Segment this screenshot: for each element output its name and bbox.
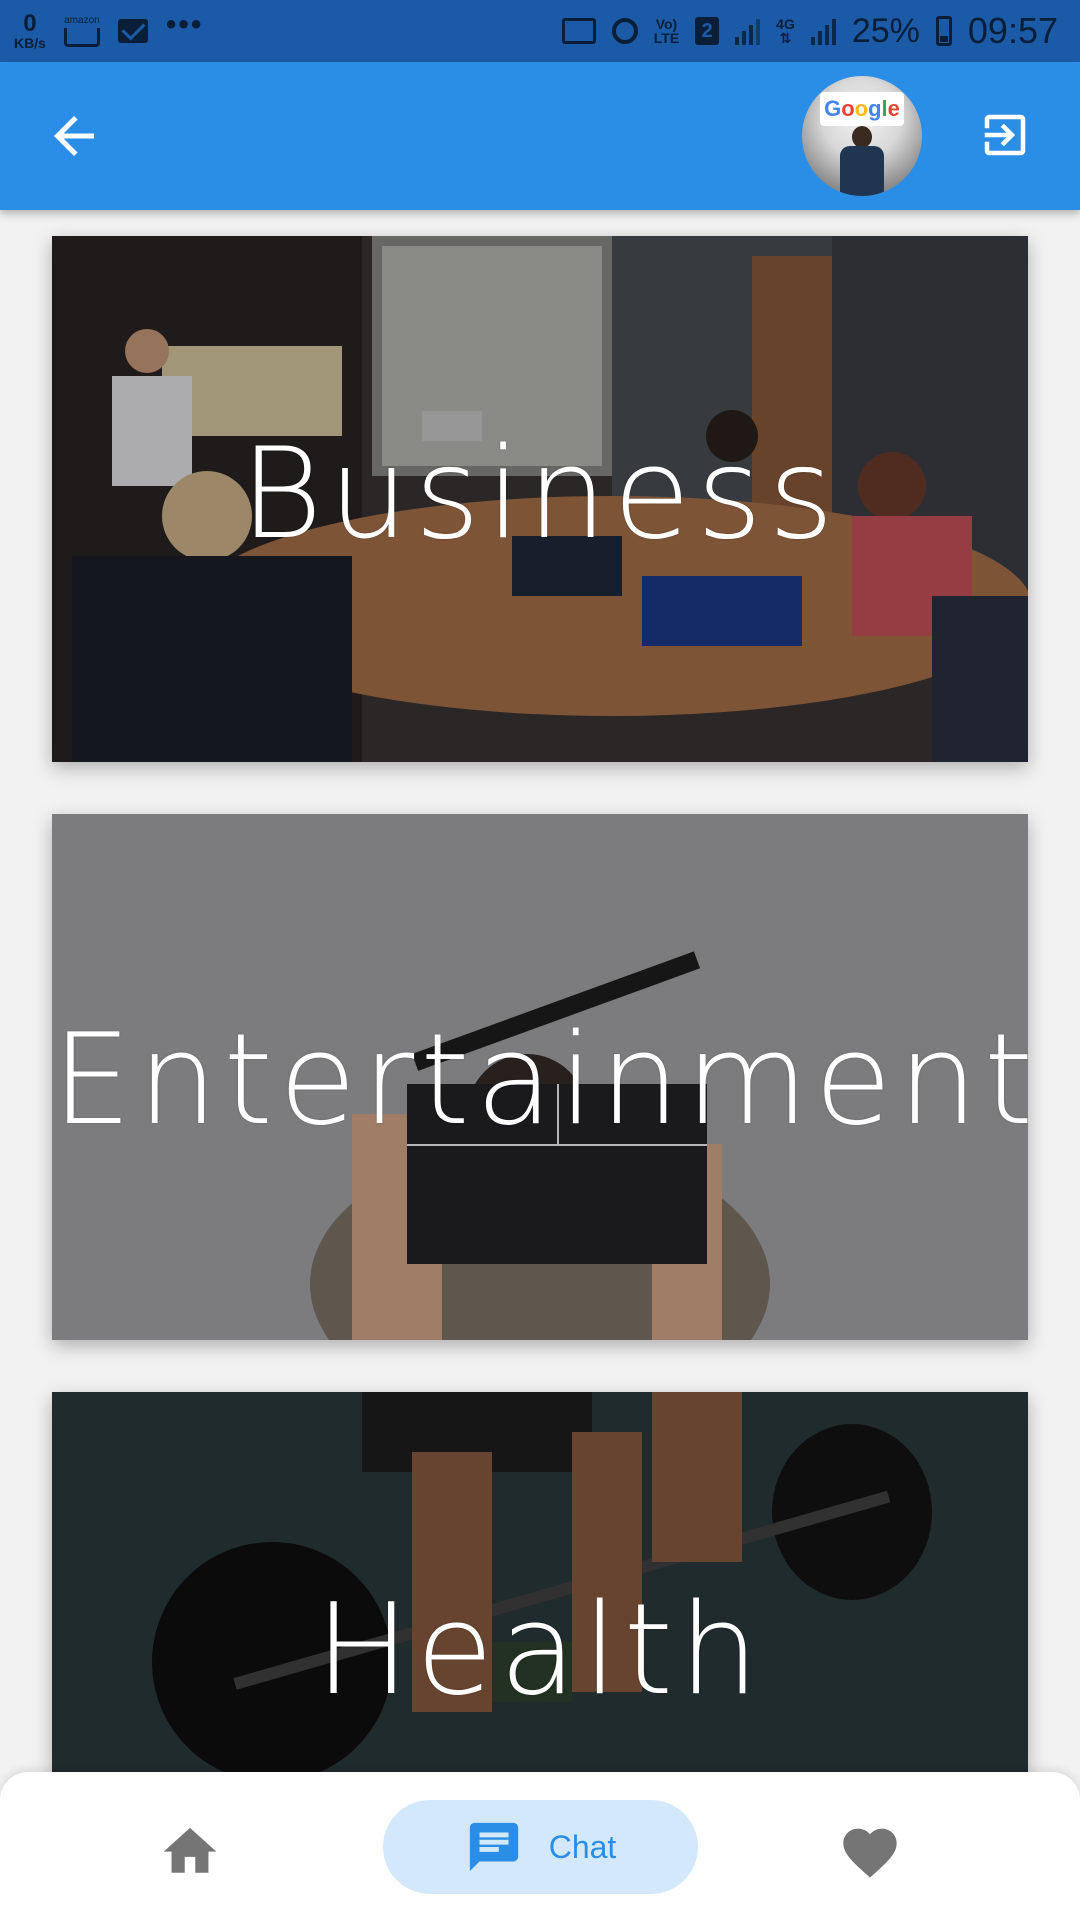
volte-bottom-label: LTE [653, 30, 680, 46]
more-notifications-icon: ••• [165, 8, 204, 41]
cart-icon [63, 27, 100, 47]
category-title-health: Health [315, 1576, 765, 1723]
status-bar: 0 KB/s amazon ••• Vo) LTE 2 4G ⇅ 25% 09:… [0, 0, 1080, 62]
nav-home-button[interactable] [158, 1820, 222, 1878]
back-button[interactable] [44, 106, 104, 166]
amazon-label: amazon [64, 14, 100, 26]
avatar[interactable]: Google [802, 76, 922, 196]
status-bar-right: Vo) LTE 2 4G ⇅ 25% 09:57 [561, 0, 1058, 62]
category-card-health[interactable]: Health [52, 1392, 1028, 1772]
logout-button[interactable] [978, 108, 1032, 162]
nav-chat-button[interactable]: Chat [383, 1800, 698, 1894]
sim-badge: 2 [695, 17, 720, 45]
heart-icon [843, 1828, 897, 1878]
avatar-person-head [852, 126, 872, 148]
data-arrows-icon: ⇅ [779, 30, 792, 46]
status-bar-left: 0 KB/s amazon ••• [14, 0, 203, 62]
signal-strength-icon-2 [810, 17, 836, 45]
amazon-icon: amazon [63, 14, 100, 47]
alarm-icon [611, 18, 638, 44]
network-speed-unit: KB/s [14, 35, 46, 51]
network-speed: 0 KB/s [14, 10, 46, 51]
category-card-business[interactable]: Business [52, 236, 1028, 762]
category-title-business: Business [240, 420, 840, 567]
volte-top-label: Vo) [655, 16, 678, 32]
cast-icon [561, 18, 596, 44]
category-title-entertainment: Entertainment [52, 1006, 1028, 1153]
battery-icon [935, 16, 952, 46]
avatar-person-body [840, 146, 884, 196]
volte-icon: Vo) LTE [654, 17, 679, 45]
battery-percent: 25% [851, 11, 920, 50]
nav-chat-label: Chat [548, 1828, 617, 1865]
logout-icon [984, 114, 1026, 156]
network-type-icon: 4G ⇅ [776, 17, 795, 45]
network-speed-value: 0 [23, 10, 37, 37]
clock: 09:57 [967, 10, 1058, 51]
arrow-left-icon [54, 116, 94, 156]
bottom-navigation: Chat [0, 1772, 1080, 1920]
mail-icon [117, 19, 148, 43]
signal-strength-icon [735, 17, 761, 45]
nav-favorites-button[interactable] [838, 1820, 902, 1880]
network-type-label: 4G [776, 16, 795, 32]
avatar-sign: Google [820, 92, 904, 126]
home-icon [163, 1827, 217, 1873]
chat-icon [469, 1822, 518, 1872]
app-bar: Google [0, 62, 1080, 210]
category-card-entertainment[interactable]: Entertainment [52, 814, 1028, 1340]
